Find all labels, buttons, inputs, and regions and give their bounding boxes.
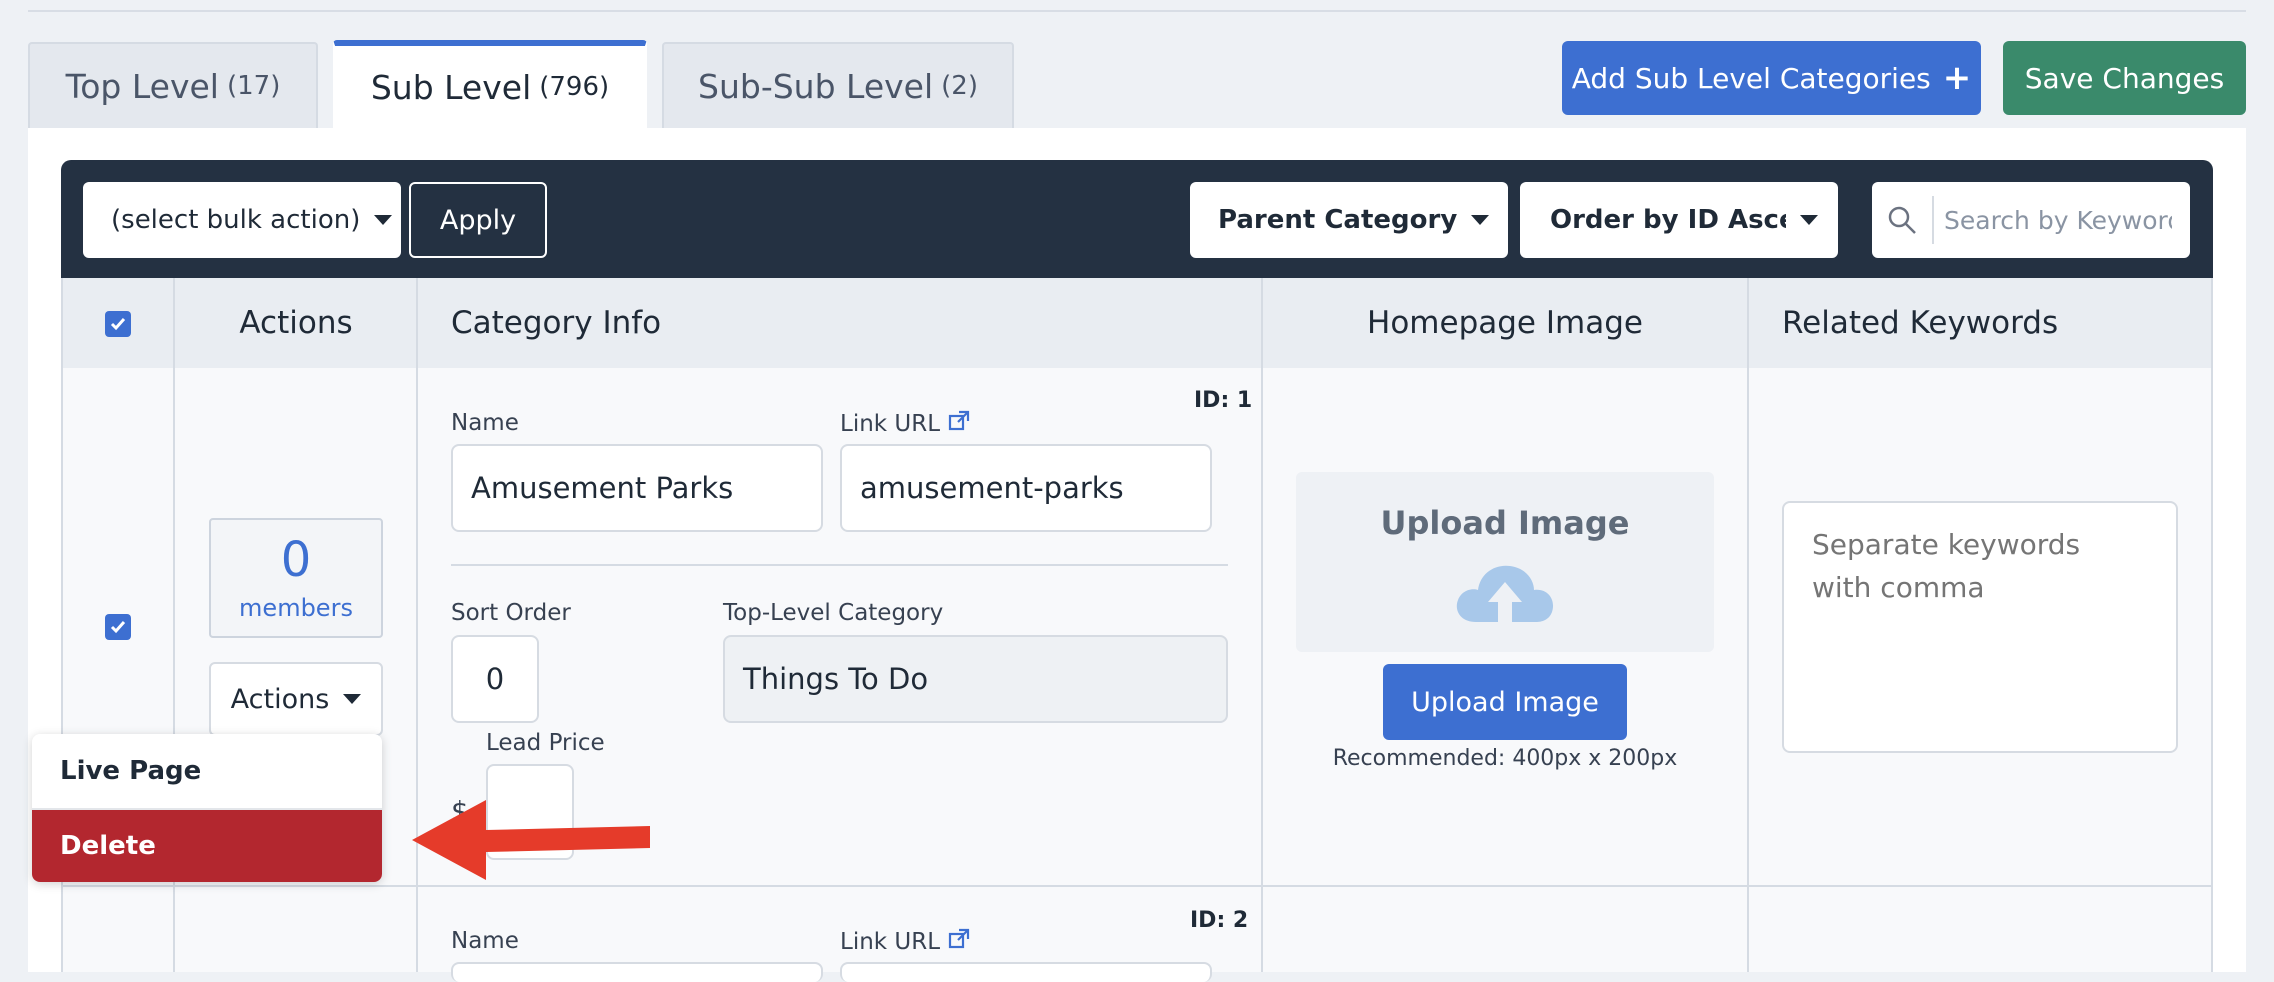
row-id: ID: 2 (1190, 908, 1249, 933)
tab-label: Sub-Sub Level (698, 66, 934, 106)
grid-line (1261, 278, 1263, 972)
chevron-down-icon (1471, 215, 1490, 225)
related-keywords-input[interactable] (1782, 501, 2178, 753)
search-icon (1872, 196, 1934, 244)
cloud-upload-icon (1452, 560, 1558, 630)
field-divider (451, 564, 1228, 566)
menu-item-live-page[interactable]: Live Page (32, 734, 382, 808)
sort-order-label: Sort Order (451, 600, 571, 626)
recommended-size: Recommended: 400px x 200px (1332, 746, 1678, 771)
name-input[interactable]: Amusement Parks (451, 444, 823, 532)
header-category-info: Category Info (451, 305, 662, 341)
link-url-label: Link URL (840, 410, 970, 438)
table-row (61, 886, 2213, 972)
top-level-category-field[interactable]: Things To Do (723, 635, 1228, 723)
members-number: 0 (280, 532, 312, 588)
link-url-text: Link URL (840, 929, 941, 955)
parent-category-select[interactable]: Parent Category (1190, 182, 1508, 258)
tab-sub-sub-level[interactable]: Sub-Sub Level (2) (662, 42, 1014, 128)
row-divider (61, 885, 2213, 887)
external-link-icon[interactable] (948, 928, 970, 956)
order-value: Order by ID Ascending (1550, 205, 1786, 235)
red-arrow-annotation (412, 800, 652, 884)
name-input[interactable] (451, 962, 823, 982)
save-changes-button[interactable]: Save Changes (2003, 41, 2246, 115)
add-sub-level-categories-button[interactable]: Add Sub Level Categories + (1562, 41, 1981, 115)
header-actions: Actions (239, 305, 353, 341)
parent-category-value: Parent Category (1218, 205, 1458, 235)
header-related-keywords: Related Keywords (1782, 305, 2059, 341)
actions-menu: Live Page Delete (32, 734, 382, 882)
link-url-text: Link URL (840, 411, 941, 437)
upload-image-button[interactable]: Upload Image (1383, 664, 1627, 740)
chevron-down-icon (1800, 215, 1818, 225)
apply-button[interactable]: Apply (409, 182, 547, 258)
tab-top-level[interactable]: Top Level (17) (28, 42, 318, 128)
chevron-down-icon (343, 694, 362, 704)
chevron-down-icon (374, 215, 393, 225)
members-label: members (239, 594, 353, 622)
lead-price-label: Lead Price (486, 730, 605, 756)
name-label: Name (451, 928, 519, 954)
row-actions-dropdown[interactable]: Actions (209, 662, 383, 736)
bulk-action-select[interactable]: (select bulk action) (83, 182, 401, 258)
top-level-category-label: Top-Level Category (723, 600, 944, 626)
search-box[interactable] (1872, 182, 2190, 258)
add-button-label: Add Sub Level Categories (1571, 61, 1931, 95)
bulk-action-value: (select bulk action) (111, 205, 361, 235)
tab-label: Top Level (65, 66, 219, 106)
members-count[interactable]: 0 members (209, 518, 383, 638)
row-checkbox[interactable] (105, 614, 131, 640)
tab-count: (796) (539, 72, 610, 102)
link-url-label: Link URL (840, 928, 970, 956)
header-homepage-image: Homepage Image (1367, 305, 1643, 341)
tab-label: Sub Level (370, 67, 532, 107)
tab-count: (2) (941, 71, 978, 101)
menu-item-delete[interactable]: Delete (32, 808, 382, 882)
actions-label: Actions (230, 683, 330, 715)
link-url-input[interactable]: amusement-parks (840, 444, 1212, 532)
search-input[interactable] (1934, 204, 2174, 236)
sort-order-input[interactable]: 0 (451, 635, 539, 723)
select-all-checkbox[interactable] (105, 311, 131, 337)
plus-icon: + (1942, 58, 1972, 98)
row-id: ID: 1 (1194, 388, 1253, 413)
name-label: Name (451, 410, 519, 436)
grid-line (1747, 278, 1749, 972)
grid-line (2211, 278, 2213, 972)
top-divider (28, 10, 2246, 12)
level-tabs: Top Level (17) Sub Level (796) Sub-Sub L… (28, 40, 1014, 128)
upload-title: Upload Image (1380, 504, 1630, 542)
tab-sub-level[interactable]: Sub Level (796) (333, 40, 647, 128)
external-link-icon[interactable] (948, 410, 970, 438)
tab-count: (17) (226, 71, 281, 101)
link-url-input[interactable] (840, 962, 1212, 982)
order-select[interactable]: Order by ID Ascending (1520, 182, 1838, 258)
